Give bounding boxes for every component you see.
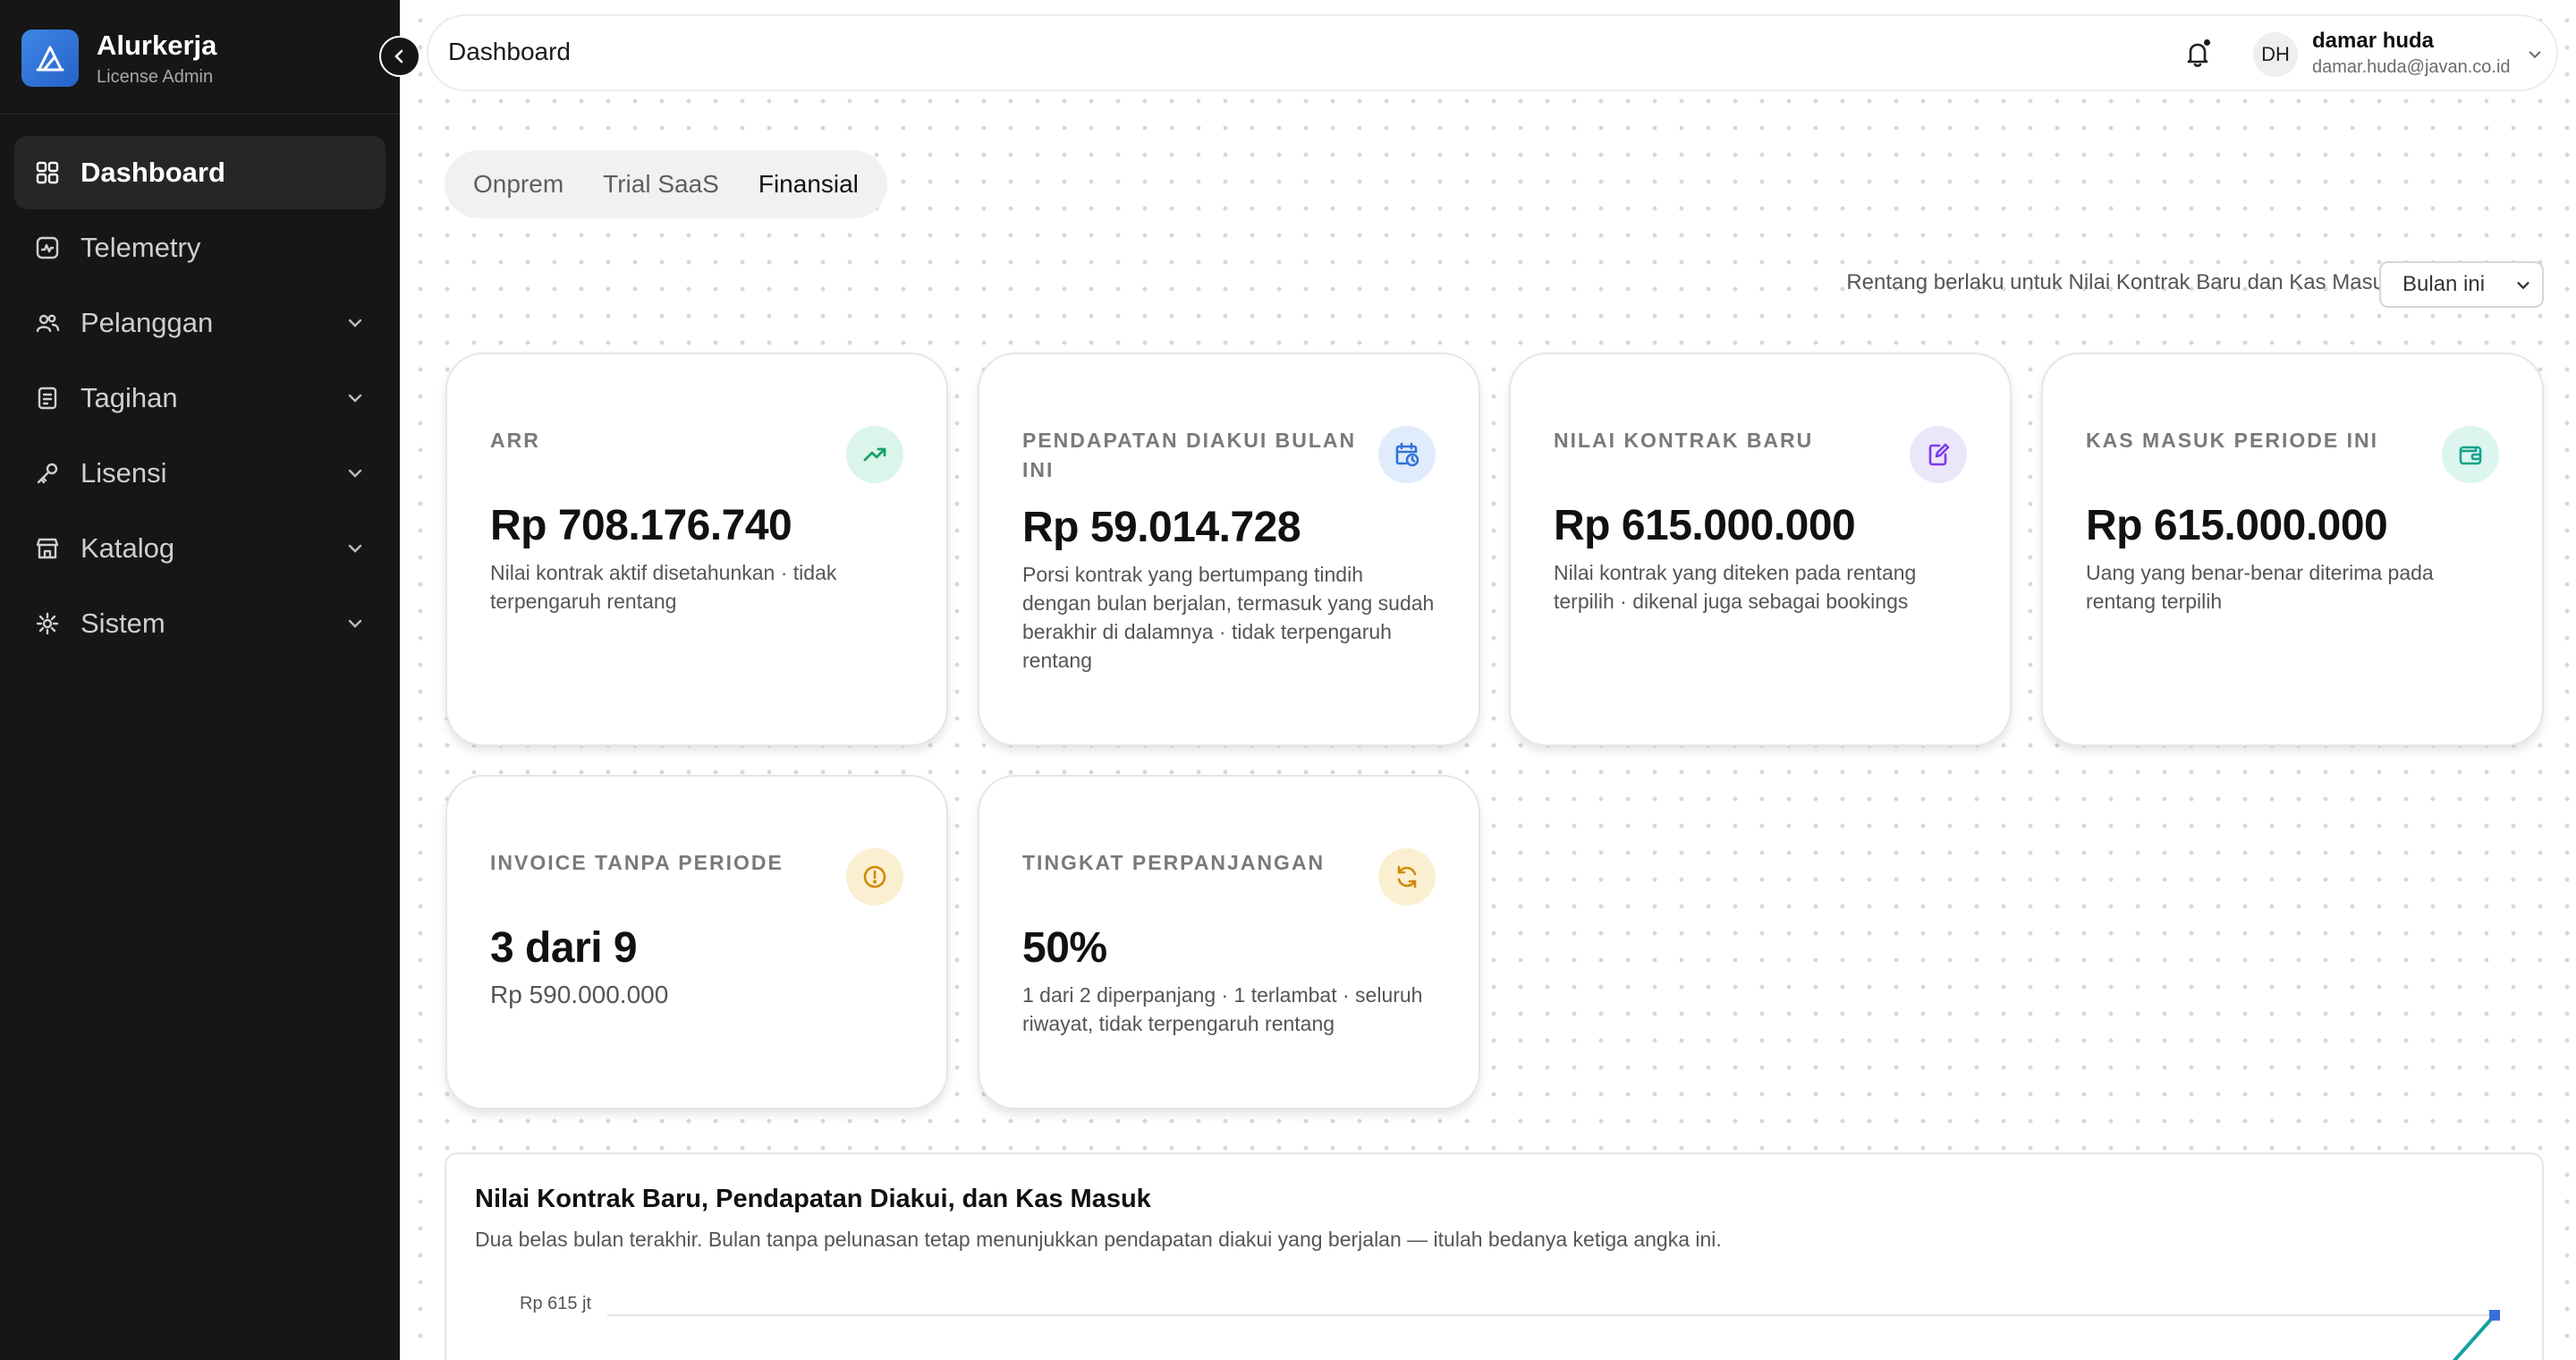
range-select-value: Bulan ini (2402, 272, 2486, 296)
store-icon (34, 535, 61, 562)
refresh-icon (1378, 848, 1436, 905)
card-description: 1 dari 2 diperpanjang · 1 terlambat · se… (1022, 983, 1423, 1035)
dashboard-tabs: Onprem Trial SaaS Finansial (445, 150, 887, 218)
metric-card-arr: ARR Rp 708.176.740 Nilai kontrak aktif d… (445, 353, 948, 746)
metric-card-invoice-tanpa-periode: INVOICE TANPA PERIODE 3 dari 9 Rp 590.00… (445, 775, 948, 1109)
receipt-icon (34, 385, 61, 412)
card-value: 3 dari 9 (490, 924, 638, 972)
tab-finansial[interactable]: Finansial (739, 150, 878, 218)
user-email: damar.huda@javan.co.id (2312, 57, 2511, 77)
card-value: Rp 59.014.728 (1022, 504, 1301, 551)
sidebar-item-label: Tagihan (80, 382, 178, 413)
sidebar-item-label: Lisensi (80, 457, 167, 489)
sidebar-item-label: Pelanggan (80, 307, 214, 338)
chevron-left-icon (394, 49, 403, 64)
file-edit-icon (1910, 426, 1967, 483)
card-subvalue: Rp 590.000.000 (490, 981, 669, 1008)
card-value: 50% (1022, 924, 1107, 972)
chevron-down-icon[interactable] (346, 389, 364, 407)
line-chart (607, 1310, 2500, 1360)
card-value: Rp 615.000.000 (1554, 502, 1856, 549)
brand-subtitle: License Admin (97, 67, 214, 88)
cog-icon (34, 610, 61, 637)
sidebar: Alurkerja License Admin Dashboard Teleme… (0, 0, 400, 1360)
sidebar-item-label: Sistem (80, 608, 165, 639)
notification-dot (2202, 38, 2212, 47)
range-label: Rentang berlaku untuk Nilai Kontrak Baru… (1846, 270, 2395, 294)
sidebar-item-tagihan[interactable]: Tagihan (14, 361, 386, 435)
brand[interactable]: Alurkerja License Admin (21, 29, 216, 88)
sidebar-collapse-button[interactable] (379, 36, 420, 77)
sidebar-item-pelanggan[interactable]: Pelanggan (14, 286, 386, 360)
notification-button[interactable] (2180, 36, 2216, 72)
sidebar-item-label: Katalog (80, 532, 175, 564)
card-label: ARR (490, 429, 540, 452)
card-description: Uang yang benar-benar diterima pada rent… (2086, 561, 2434, 613)
metric-card-pendapatan: PENDAPATAN DIAKUI BULAN INI Rp 59.014.72… (978, 353, 1480, 746)
brand-logo-icon (21, 30, 79, 88)
key-icon (34, 460, 61, 487)
sidebar-item-katalog[interactable]: Katalog (14, 512, 386, 585)
series-line (2452, 1313, 2496, 1360)
topbar: Dashboard DH damar huda damar.huda@javan… (427, 14, 2558, 91)
tab-trial-saas[interactable]: Trial SaaS (583, 150, 739, 218)
metric-card-kas-masuk: KAS MASUK PERIODE INI Rp 615.000.000 Uan… (2041, 353, 2544, 746)
chart-card: Nilai Kontrak Baru, Pendapatan Diakui, d… (445, 1152, 2544, 1360)
metric-card-nilai-kontrak-baru: NILAI KONTRAK BARU Rp 615.000.000 Nilai … (1509, 353, 2012, 746)
chevron-down-icon (2517, 282, 2529, 290)
sidebar-item-label: Dashboard (80, 157, 225, 188)
main-content: Dashboard DH damar huda damar.huda@javan… (400, 0, 2576, 1360)
sidebar-divider (0, 114, 400, 115)
avatar[interactable]: DH (2253, 32, 2298, 77)
sidebar-item-dashboard[interactable]: Dashboard (14, 136, 386, 209)
sidebar-item-sistem[interactable]: Sistem (14, 587, 386, 660)
user-name[interactable]: damar huda (2312, 29, 2434, 54)
card-value: Rp 615.000.000 (2086, 502, 2388, 549)
chevron-down-icon[interactable] (2527, 47, 2543, 63)
tab-onprem[interactable]: Onprem (453, 150, 583, 218)
calendar-clock-icon (1378, 426, 1436, 483)
sidebar-nav: Dashboard Telemetry Pelanggan Tagihan Li… (14, 136, 386, 662)
chevron-down-icon[interactable] (346, 615, 364, 633)
card-description: Nilai kontrak yang diteken pada rentang … (1554, 561, 1917, 613)
card-value: Rp 708.176.740 (490, 502, 792, 549)
dashboard-grid-icon (34, 159, 61, 186)
card-label: NILAI KONTRAK BARU (1554, 429, 1814, 452)
card-label: PENDAPATAN DIAKUI BULAN INI (1022, 429, 1357, 481)
card-description: Porsi kontrak yang bertumpang tindih den… (1022, 563, 1435, 672)
activity-icon (34, 234, 61, 261)
trending-up-icon (846, 426, 903, 483)
users-icon (34, 310, 61, 336)
card-label: INVOICE TANPA PERIODE (490, 851, 784, 874)
sidebar-item-lisensi[interactable]: Lisensi (14, 437, 386, 510)
alert-circle-icon (846, 848, 903, 905)
chevron-down-icon[interactable] (346, 540, 364, 557)
data-point[interactable] (2489, 1310, 2500, 1321)
card-description: Nilai kontrak aktif disetahunkan · tidak… (490, 561, 837, 613)
chevron-down-icon[interactable] (346, 314, 364, 332)
chevron-down-icon[interactable] (346, 464, 364, 482)
sidebar-item-telemetry[interactable]: Telemetry (14, 211, 386, 285)
range-select[interactable]: Bulan ini (2379, 261, 2544, 308)
brand-name: Alurkerja (97, 30, 217, 61)
metric-card-tingkat-perpanjangan: TINGKAT PERPANJANGAN 50% 1 dari 2 diperp… (978, 775, 1480, 1109)
card-label: KAS MASUK PERIODE INI (2086, 429, 2378, 452)
card-label: TINGKAT PERPANJANGAN (1022, 851, 1326, 874)
sidebar-item-label: Telemetry (80, 232, 201, 263)
wallet-icon (2442, 426, 2499, 483)
page-title: Dashboard (448, 38, 571, 65)
